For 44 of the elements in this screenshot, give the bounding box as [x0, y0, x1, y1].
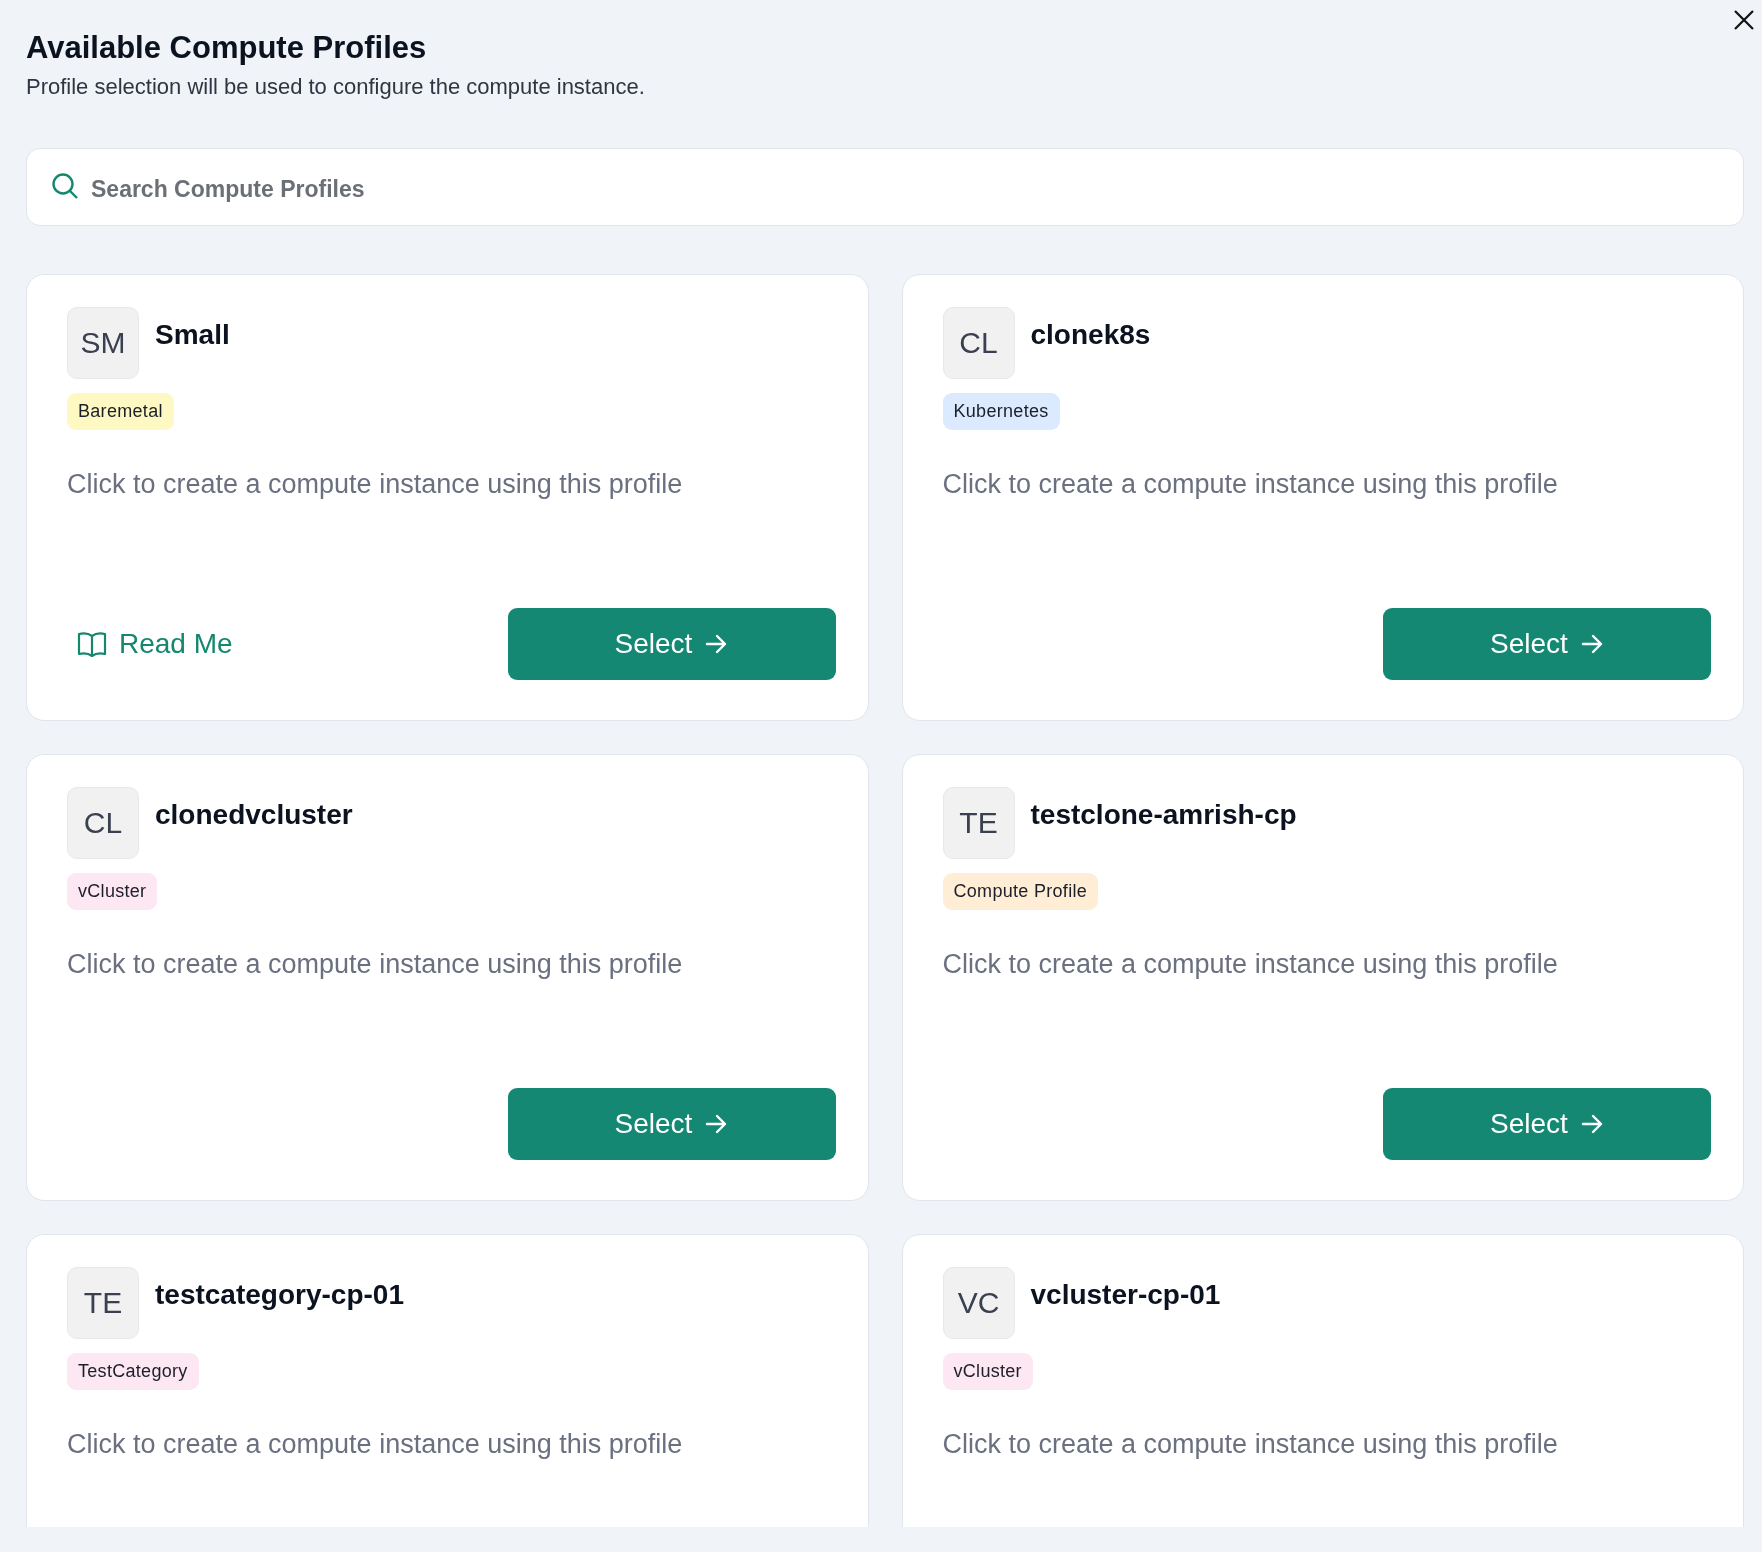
profile-name: Small [155, 319, 230, 351]
profile-description: Click to create a compute instance using this profile [942, 468, 1558, 501]
profile-initials: SM [67, 307, 139, 379]
profile-name: clonedvcluster [155, 799, 353, 831]
close-icon[interactable] [1732, 8, 1756, 32]
profile-name: vcluster-cp-01 [1030, 1279, 1221, 1311]
profile-name: testcategory-cp-01 [155, 1279, 404, 1311]
profile-initials: TE [942, 787, 1015, 859]
dialog-subtitle: Profile selection will be used to configure the compute instance. [26, 73, 646, 101]
profile-card[interactable]: TE testclone-amrish-cp Compute Profile Click to create a compute instance using this profile Select [901, 754, 1744, 1201]
profile-name: clonek8s [1030, 319, 1151, 351]
category-tag: TestCategory [67, 1353, 199, 1390]
category-tag: vCluster [942, 1353, 1033, 1390]
profile-description: Click to create a compute instance using this profile [67, 948, 683, 981]
select-button[interactable]: Select [1383, 1088, 1711, 1160]
profile-description: Click to create a compute instance using this profile [942, 1428, 1558, 1461]
search-field[interactable]: Search Compute Profiles [26, 148, 1744, 226]
profile-card[interactable]: CL clonek8s Kubernetes Click to create a compute instance using this profile Select [901, 274, 1744, 721]
arrow-right-icon [1579, 632, 1604, 656]
profile-initials: CL [942, 307, 1015, 379]
dialog-title: Available Compute Profiles [26, 29, 428, 67]
profile-initials: VC [942, 1267, 1015, 1339]
profile-initials: CL [67, 787, 139, 859]
profile-initials: TE [67, 1267, 139, 1339]
profile-description: Click to create a compute instance using this profile [942, 948, 1558, 981]
select-button[interactable]: Select [507, 608, 836, 680]
profile-card[interactable]: VC vcluster-cp-01 vCluster Click to create a compute instance using this profile [901, 1234, 1744, 1527]
profile-card[interactable]: TE testcategory-cp-01 TestCategory Click to create a compute instance using this profile [26, 1234, 869, 1527]
profile-description: Click to create a compute instance using this profile [67, 468, 683, 501]
profile-description: Click to create a compute instance using this profile [67, 1428, 683, 1461]
profile-card[interactable]: SM Small Baremetal Click to create a compute instance using this profile Read Me Select [26, 274, 869, 721]
select-button[interactable]: Select [507, 1088, 836, 1160]
arrow-right-icon [1579, 1112, 1604, 1136]
category-tag: Baremetal [67, 393, 174, 430]
category-tag: Kubernetes [942, 393, 1060, 430]
profile-card[interactable]: CL clonedvcluster vCluster Click to create a compute instance using this profile Select [26, 754, 869, 1201]
select-button[interactable]: Select [1383, 608, 1711, 680]
category-tag: vCluster [67, 873, 158, 910]
arrow-right-icon [704, 632, 729, 656]
category-tag: Compute Profile [942, 873, 1099, 910]
read-me-link[interactable]: Read Me [67, 628, 233, 660]
arrow-right-icon [704, 1112, 729, 1136]
profile-name: testclone-amrish-cp [1030, 799, 1297, 831]
book-icon [77, 631, 107, 657]
